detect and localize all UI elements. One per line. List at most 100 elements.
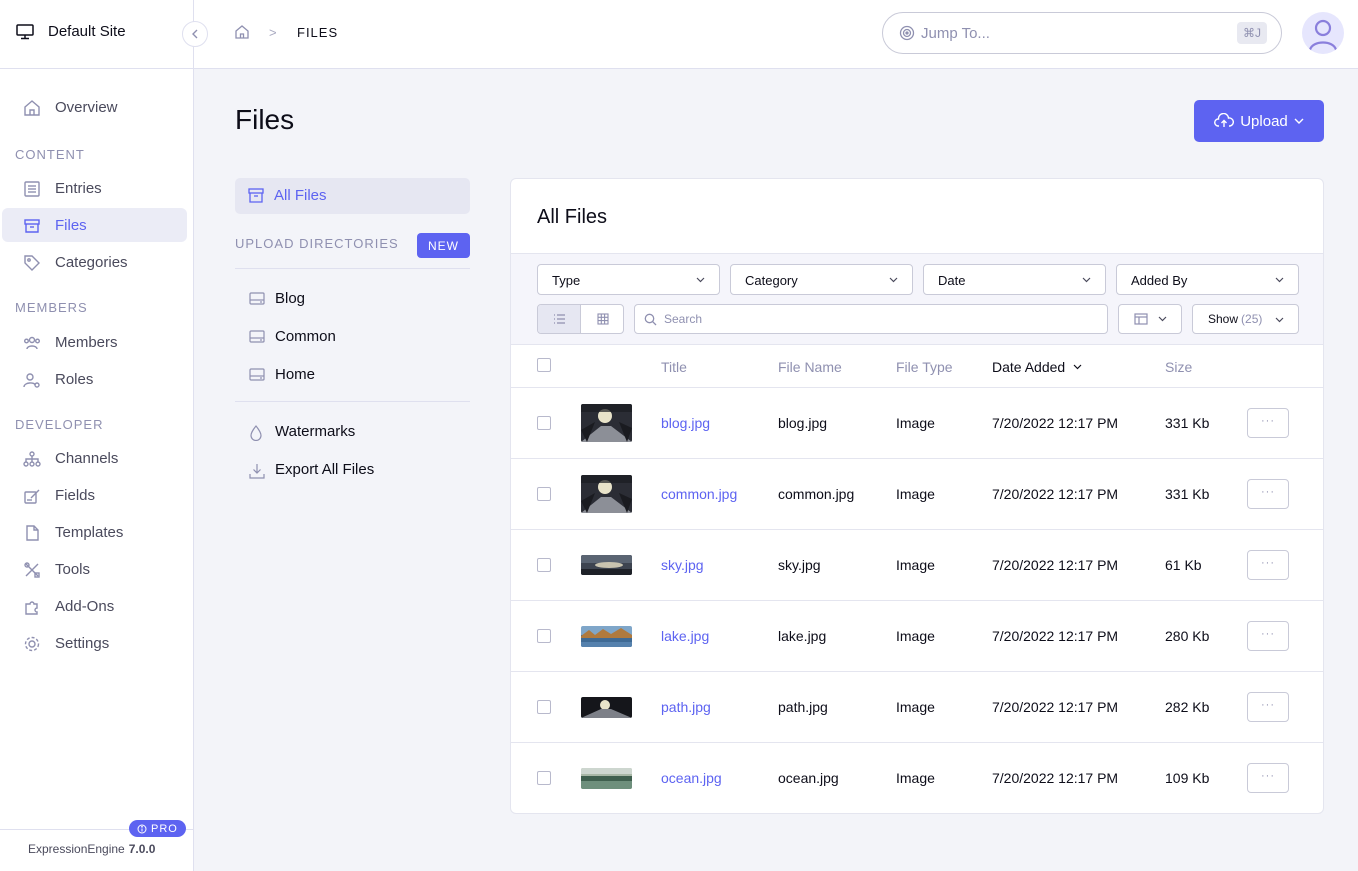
user-icon — [1308, 19, 1338, 51]
nav-tools[interactable]: Tools — [2, 552, 187, 586]
list-view-button[interactable] — [538, 305, 581, 333]
user-role-icon — [23, 373, 40, 388]
nav-channels[interactable]: Channels — [2, 441, 187, 475]
column-date-added[interactable]: Date Added — [992, 359, 1082, 375]
file-thumbnail[interactable] — [581, 475, 632, 513]
dir-common[interactable]: Common — [235, 322, 470, 352]
dir-home[interactable]: Home — [235, 360, 470, 390]
file-title-link[interactable]: ocean.jpg — [661, 770, 722, 786]
chevron-down-icon — [1158, 316, 1166, 322]
table-row: common.jpg common.jpg Image 7/20/2022 12… — [511, 459, 1323, 530]
file-type: Image — [896, 628, 935, 644]
file-type: Image — [896, 415, 935, 431]
filter-added-by[interactable]: Added By — [1116, 264, 1299, 295]
upload-button[interactable]: Upload — [1194, 100, 1324, 142]
filter-date[interactable]: Date — [923, 264, 1106, 295]
nav-members[interactable]: Members — [2, 325, 187, 359]
show-label: Show (25) — [1208, 312, 1262, 326]
nav-tools-label: Tools — [55, 561, 91, 578]
jump-to-search[interactable]: Jump To... ⌘J — [882, 12, 1282, 54]
nav-categories-label: Categories — [55, 254, 128, 271]
file-title-link[interactable]: lake.jpg — [661, 628, 709, 644]
row-actions-button[interactable]: ··· — [1247, 692, 1289, 722]
nav-fields[interactable]: Fields — [2, 478, 187, 512]
nav-templates[interactable]: Templates — [2, 515, 187, 549]
nav-files-label: Files — [55, 217, 87, 234]
gear-icon — [24, 636, 40, 652]
file-thumbnail[interactable] — [581, 768, 632, 789]
row-checkbox[interactable] — [537, 629, 551, 643]
dir-blog[interactable]: Blog — [235, 284, 470, 314]
file-title-link[interactable]: blog.jpg — [661, 415, 710, 431]
column-file-name[interactable]: File Name — [778, 359, 842, 375]
nav-roles[interactable]: Roles — [2, 362, 187, 396]
grid-icon — [596, 313, 609, 325]
version-number: 7.0.0 — [128, 842, 156, 856]
file-size: 282 Kb — [1165, 699, 1210, 715]
file-thumbnail[interactable] — [581, 555, 632, 575]
filter-category[interactable]: Category — [730, 264, 913, 295]
version-info: ExpressionEngine 7.0.0 — [28, 842, 155, 856]
select-all-checkbox[interactable] — [537, 358, 551, 372]
nav-entries[interactable]: Entries — [2, 171, 187, 205]
nav-settings[interactable]: Settings — [2, 626, 187, 660]
watermarks-link[interactable]: Watermarks — [235, 417, 470, 447]
collapse-sidebar-button[interactable] — [182, 21, 208, 47]
tools-icon — [24, 562, 40, 578]
chevron-down-icon — [1294, 118, 1304, 124]
row-checkbox[interactable] — [537, 487, 551, 501]
chevron-left-icon — [192, 29, 198, 39]
panel-title: All Files — [537, 206, 608, 228]
row-checkbox[interactable] — [537, 416, 551, 430]
column-size[interactable]: Size — [1165, 359, 1192, 375]
chevron-down-icon — [1082, 277, 1091, 283]
pro-badge[interactable]: PRO — [129, 820, 186, 837]
user-avatar[interactable] — [1302, 12, 1344, 54]
show-per-page-select[interactable]: Show (25) — [1192, 304, 1299, 334]
new-directory-button[interactable]: NEW — [417, 233, 470, 258]
archive-icon — [248, 188, 264, 203]
row-actions-button[interactable]: ··· — [1247, 408, 1289, 438]
filter-added-by-label: Added By — [1131, 273, 1188, 288]
nav-files[interactable]: Files — [2, 208, 187, 242]
file-thumbnail[interactable] — [581, 697, 632, 718]
row-checkbox[interactable] — [537, 700, 551, 714]
row-actions-button[interactable]: ··· — [1247, 763, 1289, 793]
chevron-down-icon — [696, 277, 705, 283]
row-actions-button[interactable]: ··· — [1247, 621, 1289, 651]
grid-view-button[interactable] — [581, 305, 623, 333]
hard-drive-icon — [249, 368, 265, 381]
nav-overview[interactable]: Overview — [2, 90, 187, 124]
row-actions-button[interactable]: ··· — [1247, 550, 1289, 580]
file-title-link[interactable]: common.jpg — [661, 486, 737, 502]
breadcrumb-current: FILES — [297, 25, 339, 40]
entries-icon — [24, 181, 40, 197]
nav-overview-label: Overview — [55, 99, 118, 116]
nav-categories[interactable]: Categories — [2, 245, 187, 279]
file-title-link[interactable]: path.jpg — [661, 699, 711, 715]
column-title[interactable]: Title — [661, 359, 687, 375]
dir-all-files[interactable]: All Files — [235, 178, 470, 214]
filter-type[interactable]: Type — [537, 264, 720, 295]
row-checkbox[interactable] — [537, 771, 551, 785]
row-actions-button[interactable]: ··· — [1247, 479, 1289, 509]
row-checkbox[interactable] — [537, 558, 551, 572]
puzzle-icon — [25, 601, 38, 615]
site-switcher[interactable]: Default Site — [0, 0, 194, 69]
file-title-link[interactable]: sky.jpg — [661, 557, 704, 573]
file-thumbnail[interactable] — [581, 626, 632, 647]
column-file-type[interactable]: File Type — [896, 359, 953, 375]
file-type: Image — [896, 770, 935, 786]
sidebar: Default Site Overview CONTENT Entries Fi… — [0, 0, 194, 871]
export-all-files-link[interactable]: Export All Files — [235, 455, 470, 485]
columns-button[interactable] — [1118, 304, 1182, 334]
product-name: ExpressionEngine — [28, 842, 125, 856]
breadcrumb-home-icon[interactable] — [234, 24, 250, 40]
dir-common-label: Common — [275, 328, 336, 345]
file-size: 331 Kb — [1165, 415, 1210, 431]
nav-addons[interactable]: Add-Ons — [2, 589, 187, 623]
search-input[interactable]: Search — [634, 304, 1108, 334]
users-icon — [24, 336, 40, 350]
file-name: common.jpg — [778, 486, 855, 502]
file-thumbnail[interactable] — [581, 404, 632, 442]
